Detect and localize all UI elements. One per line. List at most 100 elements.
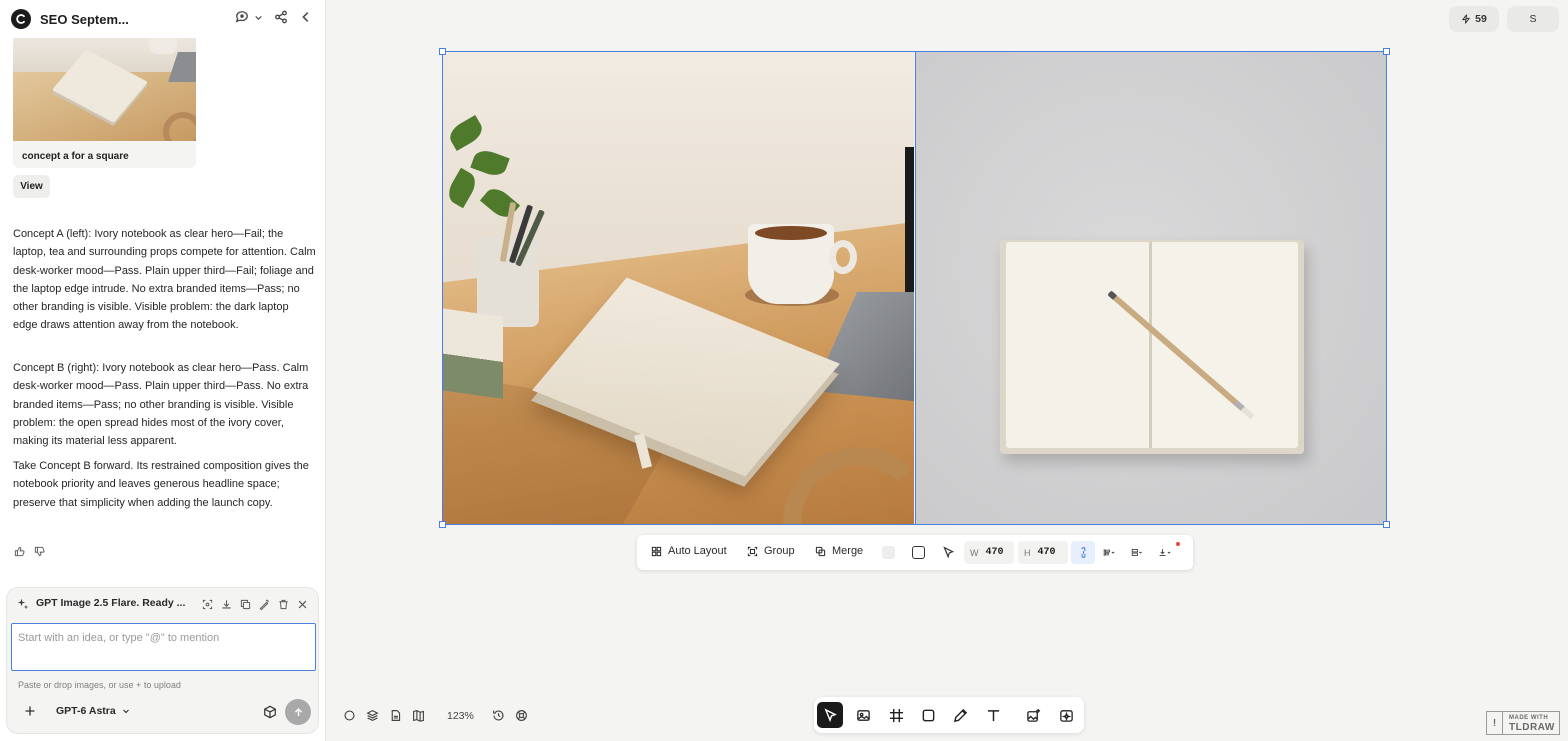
plant-leaf	[445, 114, 487, 152]
view-button[interactable]: View	[13, 175, 50, 198]
selection-toolbar: Auto Layout Group Merge W 470 H 470	[637, 535, 1193, 570]
download-icon[interactable]	[221, 597, 232, 615]
chevron-down-icon	[122, 709, 129, 714]
tea	[755, 226, 827, 240]
generate-image-tool[interactable]	[1020, 702, 1046, 728]
concept-a-thumbnail[interactable]	[13, 38, 196, 141]
chevron-down-icon[interactable]	[254, 13, 263, 22]
crop-icon[interactable]	[202, 597, 213, 615]
cube-icon[interactable]	[263, 705, 277, 719]
project-title[interactable]: SEO Septem...	[40, 12, 129, 27]
tldraw-logo-icon: !	[1487, 712, 1503, 734]
help-icon[interactable]	[515, 709, 529, 723]
model-selector[interactable]: GPT-6 Astra	[56, 705, 130, 717]
zoom-level[interactable]: 123%	[447, 710, 474, 722]
plant-leaf	[443, 167, 481, 209]
stroke-swatch[interactable]	[912, 546, 925, 559]
height-label: H	[1024, 547, 1031, 558]
width-field[interactable]: W 470	[964, 541, 1014, 564]
frame-tool[interactable]	[883, 702, 909, 728]
export-icon	[1159, 548, 1171, 556]
ai-tool-icon	[1059, 709, 1073, 722]
select-tool-icon	[823, 707, 837, 722]
grid-icon	[651, 546, 662, 556]
credits-badge[interactable]: 59	[1449, 6, 1499, 32]
merge-button[interactable]: Merge	[815, 545, 863, 557]
group-label: Group	[764, 545, 795, 557]
user-avatar[interactable]: S	[1507, 6, 1559, 32]
resize-handle[interactable]	[1383, 521, 1390, 528]
attachment-label: GPT Image 2.5 Flare. Ready ...	[36, 597, 186, 609]
height-field[interactable]: H 470	[1018, 541, 1068, 564]
distribute-icon	[1131, 549, 1142, 556]
resize-handle[interactable]	[1383, 48, 1390, 55]
thumbnail-caption: concept a for a square	[13, 141, 196, 168]
credits-count: 59	[1475, 13, 1487, 25]
width-value: 470	[985, 547, 1004, 558]
made-with-tldraw-badge[interactable]: ! MADE WITH TLDRAW	[1486, 711, 1560, 735]
assistant-message-recommendation: Take Concept B forward. Its restrained c…	[13, 460, 309, 509]
thumbs-down-icon[interactable]	[34, 544, 45, 562]
export-dropdown[interactable]	[1159, 546, 1181, 559]
copy-icon[interactable]	[240, 597, 251, 615]
distribute-dropdown[interactable]	[1131, 546, 1153, 559]
align-dropdown[interactable]	[1103, 546, 1125, 559]
composer: GPT Image 2.5 Flare. Ready ... Paste or …	[6, 587, 319, 734]
close-icon[interactable]	[297, 597, 308, 615]
thumbs-up-icon[interactable]	[14, 544, 25, 562]
cup-handle	[829, 240, 857, 274]
align-left-icon	[1103, 548, 1115, 557]
pen-tool-icon	[953, 708, 967, 722]
resize-handle[interactable]	[439, 48, 446, 55]
select-tool[interactable]	[817, 702, 843, 728]
badge-line-2: TLDRAW	[1509, 722, 1555, 733]
auto-layout-button[interactable]: Auto Layout	[651, 545, 727, 557]
ai-tool[interactable]	[1053, 702, 1079, 728]
history-icon[interactable]	[492, 709, 506, 723]
share-icon[interactable]	[274, 10, 288, 24]
notebook-spine	[1149, 242, 1152, 448]
assistant-message-concept-a: Concept A (left): Ivory notebook as clea…	[13, 228, 316, 332]
pen-tool[interactable]	[947, 702, 973, 728]
app-logo[interactable]	[11, 9, 31, 29]
canvas[interactable]: 59 S Auto Layout Group Merge W 470 H 470…	[327, 0, 1568, 741]
circle-icon[interactable]	[343, 709, 357, 723]
bolt-icon	[1462, 14, 1471, 24]
arrow-up-icon	[294, 707, 302, 716]
width-label: W	[970, 547, 979, 558]
pointer-icon[interactable]	[942, 546, 955, 559]
image-tool[interactable]	[850, 702, 876, 728]
comment-icon[interactable]	[235, 10, 249, 24]
send-button[interactable]	[285, 699, 311, 725]
text-tool[interactable]	[980, 702, 1006, 728]
frame-tool-icon	[889, 708, 903, 722]
fill-swatch[interactable]	[882, 546, 895, 559]
group-button[interactable]: Group	[747, 545, 795, 557]
tool-bar	[814, 697, 1084, 733]
notification-dot	[1176, 542, 1180, 546]
concept-a-image[interactable]	[443, 52, 914, 524]
height-value: 470	[1037, 547, 1056, 558]
resize-handle[interactable]	[439, 521, 446, 528]
image-tool-icon	[856, 709, 870, 721]
prompt-input[interactable]	[11, 623, 316, 671]
rectangle-tool[interactable]	[915, 702, 941, 728]
lock-aspect-button[interactable]	[1071, 541, 1095, 564]
selected-frame[interactable]	[439, 48, 1390, 528]
paste-hint: Paste or drop images, or use + to upload	[18, 680, 181, 690]
chat-sidebar: concept a for a square View Concept A (l…	[0, 0, 326, 741]
add-attachment-button[interactable]	[22, 703, 38, 719]
rectangle-tool-icon	[922, 709, 934, 721]
trash-icon[interactable]	[278, 597, 289, 615]
concept-b-image[interactable]	[915, 52, 1386, 524]
assistant-message-concept-b: Concept B (right): Ivory notebook as cle…	[13, 362, 309, 448]
merge-icon	[815, 546, 826, 556]
link-icon	[1081, 547, 1085, 558]
auto-layout-label: Auto Layout	[668, 545, 727, 557]
page-icon[interactable]	[389, 709, 403, 723]
layers-icon[interactable]	[366, 709, 380, 723]
wand-icon[interactable]	[259, 597, 270, 615]
group-icon	[747, 546, 758, 556]
collapse-sidebar-icon[interactable]	[299, 10, 313, 24]
map-icon[interactable]	[412, 709, 426, 723]
